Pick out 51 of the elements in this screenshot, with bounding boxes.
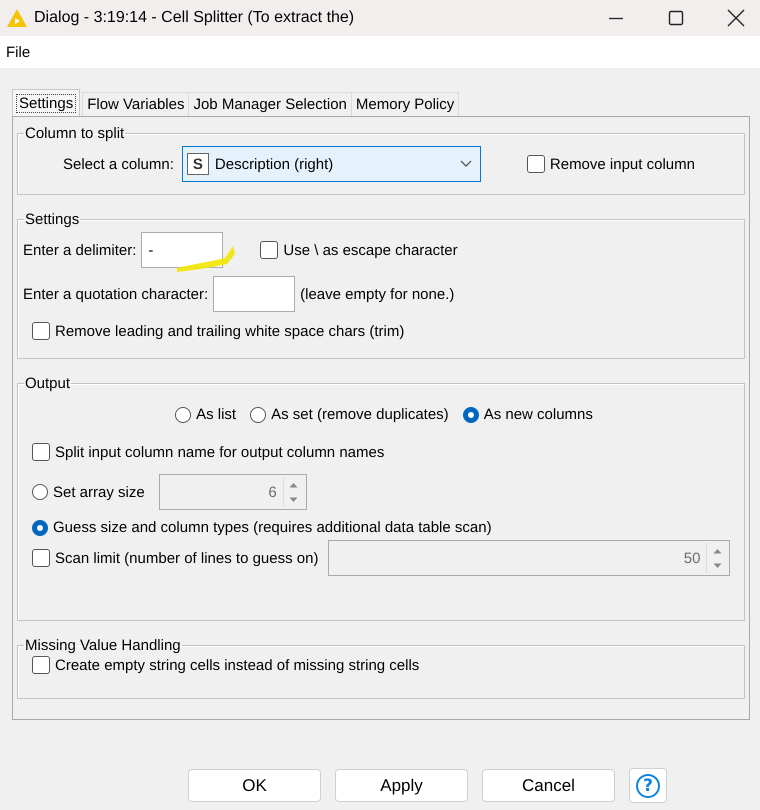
checkbox-label: Create empty string cells instead of missing string cells (55, 656, 420, 674)
number-spinner[interactable]: 50 (328, 540, 730, 576)
menu-item[interactable]: File (4, 44, 32, 60)
down-arrow-icon[interactable] (712, 562, 722, 568)
string-type-icon: S (186, 153, 209, 175)
dialog-button[interactable]: OK (188, 769, 321, 802)
checkbox[interactable] (32, 656, 50, 674)
group-title: Output (24, 375, 72, 392)
checkbox[interactable] (32, 549, 50, 567)
tab[interactable]: Flow Variables (82, 92, 190, 116)
group-title: Missing Value Handling (24, 637, 182, 654)
radio-button[interactable] (175, 406, 192, 422)
field-label: Enter a quotation character: (23, 286, 208, 302)
column-dropdown[interactable]: S Description (right) (182, 146, 481, 182)
dialog-button[interactable]: Apply (335, 769, 468, 802)
hint-text: (leave empty for none.) (300, 286, 454, 302)
app-logo-icon (6, 8, 28, 28)
field-label: Enter a delimiter: (23, 242, 136, 258)
radio-label: As set (remove duplicates) (271, 406, 449, 423)
group-title: Column to split (24, 125, 126, 142)
up-arrow-icon[interactable] (712, 548, 722, 554)
chevron-down-icon (460, 160, 472, 168)
radio-button[interactable] (462, 406, 479, 422)
window-title: Dialog - 3:19:14 - Cell Splitter (To extract the) (34, 9, 356, 27)
checkbox-label: Split input column name for output column names (55, 444, 384, 460)
dialog-button[interactable]: Cancel (482, 769, 615, 802)
down-arrow-icon[interactable] (289, 496, 298, 502)
field-label: Select a column: (63, 156, 174, 172)
checkbox[interactable] (32, 443, 50, 461)
checkbox-label: Use \ as escape character (283, 242, 458, 258)
quotation-field[interactable] (213, 276, 296, 312)
radio-label: As list (196, 406, 236, 423)
delimiter-field[interactable]: - (141, 232, 224, 268)
checkbox-label: Remove input column (550, 156, 695, 172)
radio-button[interactable] (32, 484, 48, 500)
checkbox-label: Scan limit (number of lines to guess on) (55, 550, 318, 566)
radio-button[interactable] (250, 406, 266, 422)
tab[interactable]: Memory Policy (350, 92, 460, 116)
radio-label: As new columns (484, 406, 593, 423)
checkbox[interactable] (260, 241, 278, 259)
help-button[interactable]: ? (629, 768, 667, 803)
number-spinner[interactable]: 6 (158, 474, 307, 510)
checkbox[interactable] (32, 322, 50, 340)
tab[interactable]: Settings (12, 89, 80, 116)
checkbox-label: Remove leading and trailing white space chars (trim) (55, 322, 404, 340)
radio-label: Guess size and column types (requires additional data table scan) (53, 519, 492, 536)
up-arrow-icon[interactable] (289, 482, 298, 488)
checkbox[interactable] (526, 155, 545, 173)
group-title: Settings (24, 211, 80, 228)
radio-label: Set array size (53, 484, 145, 500)
radio-button[interactable] (32, 520, 48, 536)
